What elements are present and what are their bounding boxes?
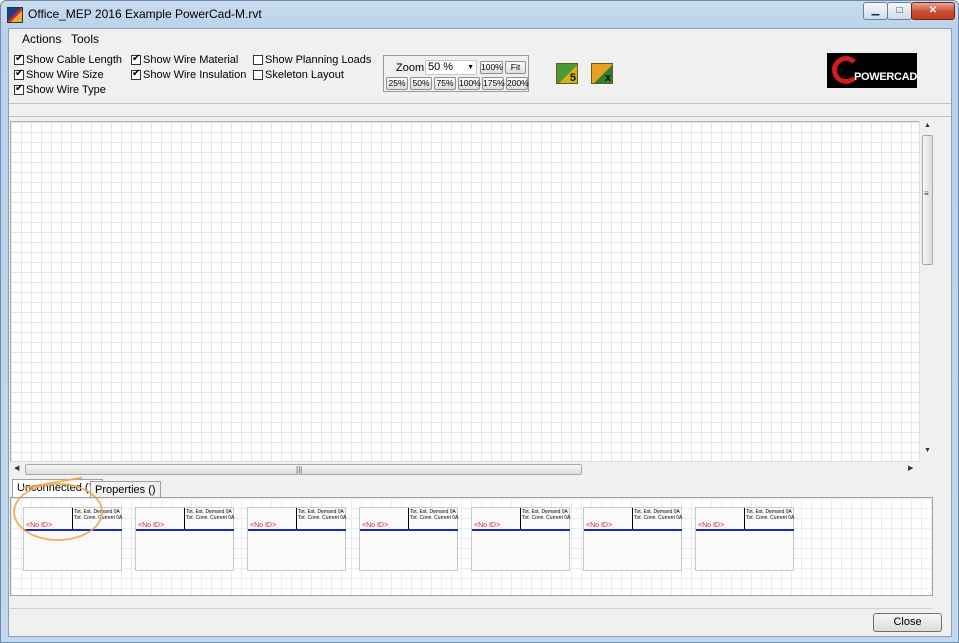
zoom-select[interactable]: 50 % ▼	[425, 60, 477, 75]
client-area: Actions Tools Show Cable Length Show Wir…	[8, 28, 952, 637]
item-current: Tot. Conn. Current 0A	[522, 515, 571, 521]
connector-line	[184, 508, 185, 529]
toolbar-separator	[9, 103, 951, 117]
checkbox-label: Show Planning Loads	[265, 54, 372, 66]
unconnected-item[interactable]: Tot. Est. Demand 0A Tot. Conn. Current 0…	[135, 507, 234, 571]
item-current: Tot. Conn. Current 0A	[298, 515, 347, 521]
item-current: Tot. Conn. Current 0A	[634, 515, 683, 521]
export-badge: 5	[569, 72, 576, 84]
zoom-fit-button[interactable]: Fit	[505, 61, 526, 74]
scroll-grip-icon: ≡	[924, 189, 929, 198]
item-current: Tot. Conn. Current 0A	[186, 515, 235, 521]
bus-line	[248, 529, 346, 531]
bus-line	[584, 529, 682, 531]
zoom-100-button[interactable]: 100%	[480, 61, 503, 74]
connector-line	[296, 508, 297, 529]
horizontal-scroll-thumb[interactable]: |||	[25, 464, 582, 475]
scroll-grip-icon: |||	[296, 465, 303, 474]
item-id: <No ID>	[250, 522, 277, 529]
minimize-button[interactable]: ▁	[863, 2, 888, 20]
unconnected-item[interactable]: Tot. Est. Demand 0A Tot. Conn. Current 0…	[583, 507, 682, 571]
menu-tools[interactable]: Tools	[71, 32, 99, 46]
item-id: <No ID>	[474, 522, 501, 529]
item-id: <No ID>	[26, 522, 53, 529]
checkbox-label: Show Wire Type	[26, 84, 106, 96]
zoom-200-button[interactable]: 200%	[506, 77, 529, 90]
checkbox-label: Show Wire Size	[26, 69, 104, 81]
close-window-button[interactable]: ✕	[911, 2, 955, 20]
options-toolbar: Show Cable Length Show Wire Size Show Wi…	[9, 49, 951, 101]
checkbox-label: Show Wire Material	[143, 54, 239, 66]
checkbox-label: Show Wire Insulation	[143, 69, 247, 81]
checkbox-box	[14, 53, 24, 65]
checkbox-box	[131, 68, 141, 80]
connector-line	[72, 508, 73, 529]
connector-line	[744, 508, 745, 529]
zoom-100-preset-button[interactable]: 100%	[458, 77, 481, 90]
checkbox-label: Skeleton Layout	[265, 69, 344, 81]
scroll-up-icon[interactable]: ▲	[924, 122, 931, 129]
app-icon	[7, 7, 23, 23]
horizontal-scrollbar[interactable]: ◀ ||| ▶	[10, 461, 919, 476]
checkbox-box	[131, 53, 141, 65]
unconnected-item[interactable]: Tot. Est. Demand 0A Tot. Conn. Current 0…	[471, 507, 570, 571]
export-badge: x	[604, 72, 611, 84]
unconnected-item[interactable]: Tot. Est. Demand 0A Tot. Conn. Current 0…	[247, 507, 346, 571]
checkbox-box	[253, 55, 263, 65]
unconnected-item[interactable]: Tot. Est. Demand 0A Tot. Conn. Current 0…	[23, 507, 122, 571]
logo-text: POWERCAD	[854, 71, 917, 83]
vertical-scrollbar[interactable]: ▲ ≡ ▼	[919, 121, 935, 462]
item-current: Tot. Conn. Current 0A	[746, 515, 795, 521]
unconnected-item[interactable]: Tot. Est. Demand 0A Tot. Conn. Current 0…	[695, 507, 794, 571]
checkbox-box	[14, 68, 24, 80]
export-excel-icon[interactable]: x	[591, 63, 613, 84]
bus-line	[360, 529, 458, 531]
unconnected-tray: Tot. Est. Demand 0A Tot. Conn. Current 0…	[10, 497, 933, 596]
export-schedule-icon[interactable]: 5	[556, 63, 578, 84]
checkbox-box	[253, 70, 263, 80]
zoom-value: 50 %	[428, 61, 454, 73]
bus-line	[24, 529, 122, 531]
zoom-75-button[interactable]: 75%	[434, 77, 456, 90]
app-window: Office_MEP 2016 Example PowerCad-M.rvt ▁…	[0, 0, 959, 643]
scroll-right-icon[interactable]: ▶	[908, 464, 913, 472]
unconnected-item[interactable]: Tot. Est. Demand 0A Tot. Conn. Current 0…	[359, 507, 458, 571]
zoom-panel: Zoom : 50 % ▼ 100% Fit 25% 50% 75% 100% …	[383, 55, 529, 92]
item-id: <No ID>	[586, 522, 613, 529]
tab-properties[interactable]: Properties ()	[90, 481, 161, 498]
powercad-logo: POWERCAD	[827, 53, 917, 88]
close-button[interactable]: Close	[873, 613, 942, 632]
zoom-25-button[interactable]: 25%	[386, 77, 408, 90]
status-bar	[10, 597, 933, 609]
bus-line	[696, 529, 794, 531]
zoom-175-button[interactable]: 175%	[482, 77, 505, 90]
item-current: Tot. Conn. Current 0A	[74, 515, 123, 521]
item-id: <No ID>	[362, 522, 389, 529]
checkbox-label: Show Cable Length	[26, 54, 123, 66]
scroll-down-icon[interactable]: ▼	[924, 447, 931, 454]
vertical-scroll-thumb[interactable]	[922, 135, 933, 265]
connector-line	[408, 508, 409, 529]
title-bar[interactable]: Office_MEP 2016 Example PowerCad-M.rvt ▁…	[1, 1, 958, 27]
connector-line	[520, 508, 521, 529]
connector-line	[632, 508, 633, 529]
menu-actions[interactable]: Actions	[22, 32, 61, 46]
checkbox-box	[14, 83, 24, 95]
item-id: <No ID>	[138, 522, 165, 529]
diagram-canvas[interactable]	[10, 121, 933, 462]
bus-line	[136, 529, 234, 531]
item-id: <No ID>	[698, 522, 725, 529]
scroll-left-icon[interactable]: ◀	[14, 464, 19, 472]
window-title: Office_MEP 2016 Example PowerCad-M.rvt	[28, 7, 262, 21]
maximize-button[interactable]: □	[887, 2, 912, 20]
bus-line	[472, 529, 570, 531]
zoom-50-button[interactable]: 50%	[410, 77, 432, 90]
item-current: Tot. Conn. Current 0A	[410, 515, 459, 521]
menu-bar: Actions Tools	[9, 29, 951, 49]
chevron-down-icon: ▼	[467, 64, 474, 71]
